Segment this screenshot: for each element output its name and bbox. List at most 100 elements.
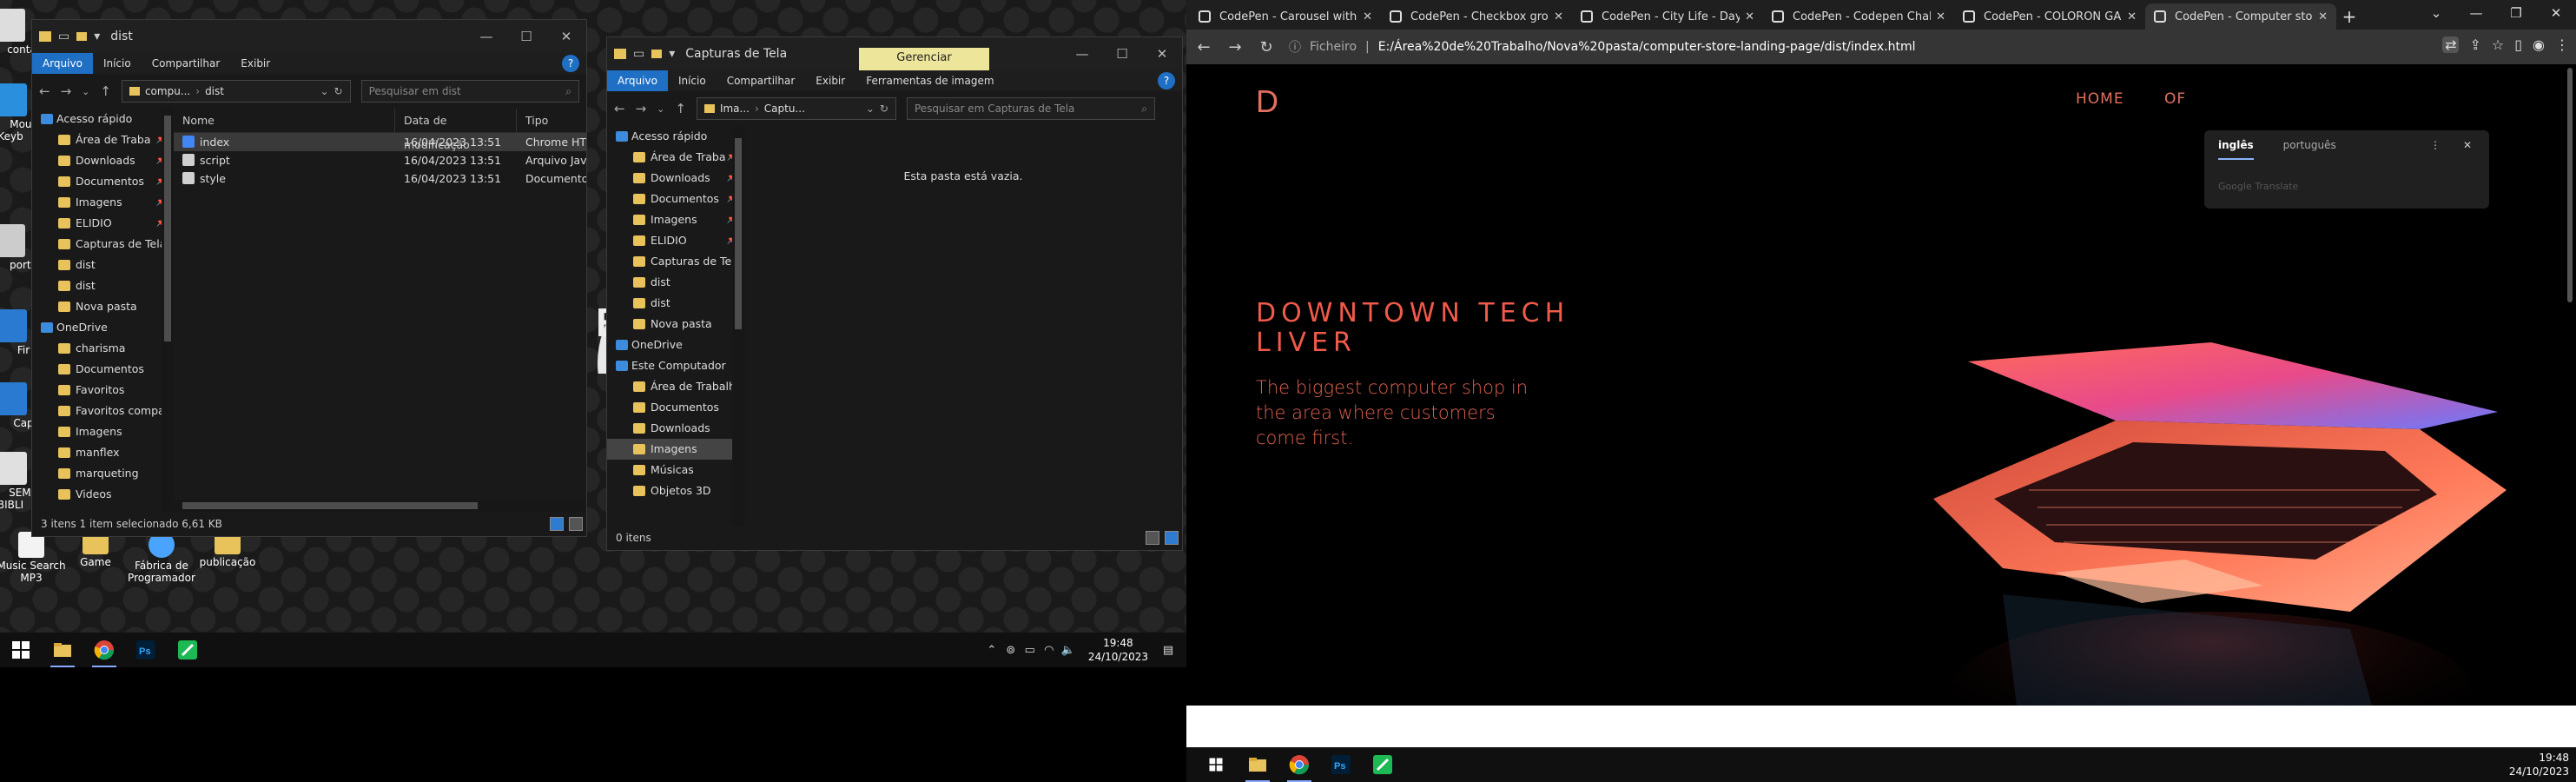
details-view-icon[interactable] [1146, 531, 1159, 545]
help-icon[interactable]: ? [1158, 72, 1175, 89]
vertical-scrollbar[interactable] [732, 126, 744, 526]
browser-tab[interactable]: CodePen - Checkbox group ✕ [1381, 3, 1572, 30]
back-arrow-icon[interactable]: ← [39, 83, 50, 99]
close-tab-icon[interactable]: ✕ [1936, 10, 1945, 23]
taskbar-photoshop[interactable]: Ps [1320, 747, 1362, 782]
nav-item[interactable]: dist [607, 293, 744, 314]
taskbar-app-green[interactable] [1362, 747, 1404, 782]
share-icon[interactable]: ⇪ [2469, 36, 2480, 53]
ribbon-tab-arquivo[interactable]: Arquivo [32, 53, 93, 74]
close-tab-icon[interactable]: ✕ [2318, 10, 2328, 23]
forward-arrow-icon[interactable]: → [61, 83, 72, 99]
up-arrow-icon[interactable]: ↑ [675, 101, 686, 116]
refresh-icon[interactable]: ↻ [880, 103, 888, 115]
close-button[interactable]: ✕ [2536, 0, 2576, 26]
network-icon[interactable]: ⊚ [1001, 644, 1020, 657]
new-folder-icon[interactable] [76, 32, 88, 41]
back-arrow-icon[interactable]: ← [614, 101, 625, 116]
close-button[interactable]: ✕ [546, 20, 586, 53]
nav-item[interactable]: Favoritos [32, 380, 174, 401]
file-row[interactable]: style 16/04/2023 13:51 Documento [174, 169, 586, 188]
close-tab-icon[interactable]: ✕ [1363, 10, 1372, 23]
nav-item[interactable]: Imagens [607, 439, 744, 460]
taskbar-file-explorer[interactable] [42, 633, 83, 667]
taskbar-chrome[interactable] [83, 633, 125, 667]
desktop-icon-publicacao[interactable]: publicação [193, 532, 262, 568]
maximize-button[interactable]: ☐ [1102, 37, 1142, 70]
chevron-down-icon[interactable]: ▾ [94, 30, 100, 43]
taskbar-photoshop[interactable]: Ps [125, 633, 167, 667]
file-row[interactable]: script16/04/2023 13:51Arquivo Java [174, 151, 586, 169]
vertical-scrollbar[interactable] [162, 109, 174, 512]
nav-item[interactable]: Imagens📌 [32, 192, 174, 213]
properties-icon[interactable]: ▭ [58, 30, 69, 43]
nav-link-home[interactable]: HOME [2076, 90, 2124, 108]
browser-tab[interactable]: CodePen - Computer store l✕ [2145, 3, 2336, 30]
nav-item[interactable]: Favoritos compa [32, 401, 174, 421]
nav-item[interactable]: Imagens📌 [607, 209, 744, 230]
start-button[interactable] [0, 633, 42, 667]
ribbon-tab-ferramentas-imagem[interactable]: Ferramentas de imagem [855, 70, 1004, 91]
close-button[interactable]: ✕ [1142, 37, 1182, 70]
address-bar[interactable]: compu... › dist ⌄ ↻ [121, 80, 351, 103]
nav-item[interactable]: dist [607, 272, 744, 293]
bookmark-star-icon[interactable]: ☆ [2492, 36, 2504, 53]
close-tab-icon[interactable]: ✕ [1745, 10, 1754, 23]
ribbon-tab-exibir[interactable]: Exibir [805, 70, 855, 91]
nav-item[interactable]: marqueting [32, 463, 174, 484]
minimize-button[interactable]: — [466, 20, 506, 53]
taskbar-file-explorer[interactable] [1237, 747, 1278, 782]
horizontal-scrollbar[interactable] [174, 500, 586, 512]
up-arrow-icon[interactable]: ↑ [100, 83, 111, 99]
wifi-icon[interactable]: ◠ [1040, 644, 1059, 657]
info-icon[interactable]: ⓘ [1289, 38, 1301, 56]
breadcrumb-item[interactable]: Ima... [720, 103, 750, 115]
ribbon-tab-inicio[interactable]: Início [93, 53, 142, 74]
chevron-up-icon[interactable]: ⌃ [982, 644, 1001, 657]
nav-item[interactable]: Documentos📌 [32, 171, 174, 192]
ribbon-tab-arquivo[interactable]: Arquivo [607, 70, 668, 91]
nav-item[interactable]: Acesso rápido [32, 109, 174, 129]
help-icon[interactable]: ? [562, 55, 579, 72]
nav-item[interactable]: charisma [32, 338, 174, 359]
explorer-window-capturas[interactable]: ▭ ▾ Capturas de Tela Gerenciar — ☐ ✕ Arq… [606, 36, 1183, 551]
nav-item[interactable]: OneDrive [32, 317, 174, 338]
chevron-down-icon[interactable]: ⌄ [320, 85, 328, 97]
breadcrumb-item[interactable]: Captu... [764, 103, 805, 115]
forward-arrow-icon[interactable]: → [636, 101, 647, 116]
taskbar-chrome[interactable] [1278, 747, 1320, 782]
nav-item[interactable]: dist [32, 255, 174, 275]
nav-item[interactable]: Músicas [607, 460, 744, 480]
nav-item[interactable]: Capturas de Tela [32, 234, 174, 255]
nav-item[interactable]: Área de Traba📌 [607, 147, 744, 168]
browser-tab[interactable]: CodePen - Codepen Challen✕ [1763, 3, 1954, 30]
close-icon[interactable]: ✕ [2463, 139, 2472, 151]
ribbon-tab-compartilhar[interactable]: Compartilhar [142, 53, 231, 74]
nav-link-partial[interactable]: OF [2164, 90, 2186, 108]
taskbar-clock[interactable]: 19:48 24/10/2023 [2509, 751, 2569, 779]
page-scrollbar[interactable] [2564, 64, 2576, 377]
tab-search-icon[interactable]: ⌄ [2416, 0, 2456, 26]
nav-item[interactable]: Documentos [607, 397, 744, 418]
start-button[interactable] [1195, 747, 1237, 782]
translate-tab-target[interactable]: português [2283, 139, 2336, 160]
nav-item[interactable]: Nova pasta [32, 296, 174, 317]
titlebar[interactable]: ▭ ▾ dist — ☐ ✕ [32, 20, 586, 53]
breadcrumb-item[interactable]: compu... [145, 85, 190, 97]
volume-icon[interactable]: 🔈 [1059, 644, 1078, 657]
nav-item[interactable]: dist [32, 275, 174, 296]
address-bar[interactable]: ⓘ Ficheiro | E:/Área%20de%20Trabalho/Nov… [1289, 38, 1916, 56]
nav-item[interactable]: manflex [32, 442, 174, 463]
column-type[interactable]: Tipo [517, 109, 586, 132]
desktop-icon-fabrica[interactable]: Fábrica de Programador [127, 532, 196, 584]
search-input[interactable]: Pesquisar em Capturas de Tela ⌕ [906, 97, 1155, 120]
chevron-down-icon[interactable]: ⌄ [657, 103, 664, 115]
search-input[interactable]: Pesquisar em dist ⌕ [360, 80, 579, 103]
translate-tab-source[interactable]: inglês [2218, 139, 2254, 160]
nav-item[interactable]: OneDrive [607, 335, 744, 355]
maximize-button[interactable]: ❐ [2496, 0, 2536, 26]
browser-tab[interactable]: CodePen - Carousel with dra✕ [1190, 3, 1381, 30]
nav-item[interactable]: Área de Traba📌 [32, 129, 174, 150]
explorer-window-dist[interactable]: ▭ ▾ dist — ☐ ✕ Arquivo Início Compartilh… [31, 19, 587, 537]
translate-icon[interactable]: ⇄ [2442, 36, 2460, 53]
